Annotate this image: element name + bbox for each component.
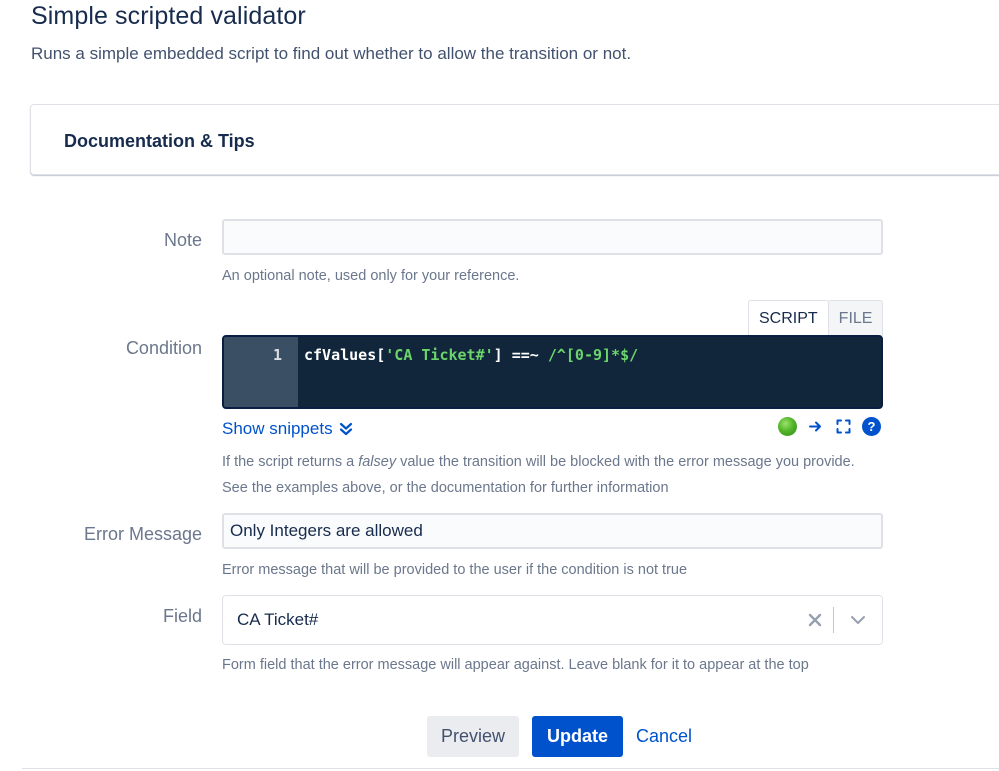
fullscreen-icon[interactable] — [834, 417, 853, 436]
condition-help-emphasis: falsey — [358, 454, 397, 470]
code-line[interactable]: cfValues['CA Ticket#'] ==~ /^[0-9]*$/ — [298, 337, 638, 407]
field-help: Form field that the error message will a… — [222, 657, 809, 673]
note-input[interactable] — [222, 219, 883, 255]
condition-help-line1: If the script returns a falsey value the… — [222, 454, 855, 470]
error-message-input[interactable] — [222, 513, 883, 549]
page-title: Simple scripted validator — [31, 2, 306, 30]
double-chevron-down-icon — [339, 422, 352, 436]
code-token-identifier: cfValues[ — [304, 346, 386, 364]
update-button[interactable]: Update — [532, 716, 623, 757]
condition-help-prefix: If the script returns a — [222, 454, 359, 470]
chevron-down-icon[interactable] — [834, 615, 882, 625]
page-description: Runs a simple embedded script to find ou… — [31, 44, 632, 63]
line-number: 1 — [272, 346, 282, 364]
field-select-value[interactable]: CA Ticket# — [223, 610, 797, 630]
note-label: Note — [163, 230, 202, 250]
error-message-label: Error Message — [83, 524, 202, 544]
status-ok-icon — [778, 417, 797, 436]
condition-help-line2: See the examples above, or the documenta… — [222, 480, 669, 496]
tab-file[interactable]: FILE — [827, 300, 884, 336]
documentation-panel[interactable]: Documentation & Tips — [30, 104, 999, 175]
documentation-panel-title[interactable]: Documentation & Tips — [64, 131, 255, 152]
arrow-right-icon[interactable] — [806, 417, 825, 436]
condition-help-suffix: value the transition will be blocked wit… — [396, 454, 855, 470]
script-editor[interactable]: 1 cfValues['CA Ticket#'] ==~ /^[0-9]*$/ — [222, 335, 883, 409]
tab-script[interactable]: SCRIPT — [748, 300, 829, 336]
code-token-operator: ] ==~ — [493, 346, 548, 364]
line-number-gutter: 1 — [224, 337, 298, 407]
divider — [22, 768, 999, 769]
cancel-button[interactable]: Cancel — [629, 716, 699, 757]
condition-label: Condition — [125, 338, 202, 358]
condition-tabs: SCRIPT FILE — [748, 300, 884, 336]
preview-button[interactable]: Preview — [427, 716, 519, 757]
show-snippets-link[interactable]: Show snippets — [222, 419, 353, 439]
error-message-help: Error message that will be provided to t… — [222, 562, 688, 578]
note-help: An optional note, used only for your ref… — [222, 268, 520, 284]
show-snippets-label[interactable]: Show snippets — [222, 419, 333, 439]
code-token-regex: /^[0-9]*$/ — [547, 346, 639, 364]
help-icon[interactable]: ? — [862, 417, 881, 436]
field-label: Field — [162, 606, 202, 626]
close-icon[interactable] — [797, 613, 833, 627]
editor-toolbar: ? — [778, 417, 881, 436]
code-token-string: 'CA Ticket#' — [385, 346, 494, 364]
field-select[interactable]: CA Ticket# — [222, 595, 883, 645]
